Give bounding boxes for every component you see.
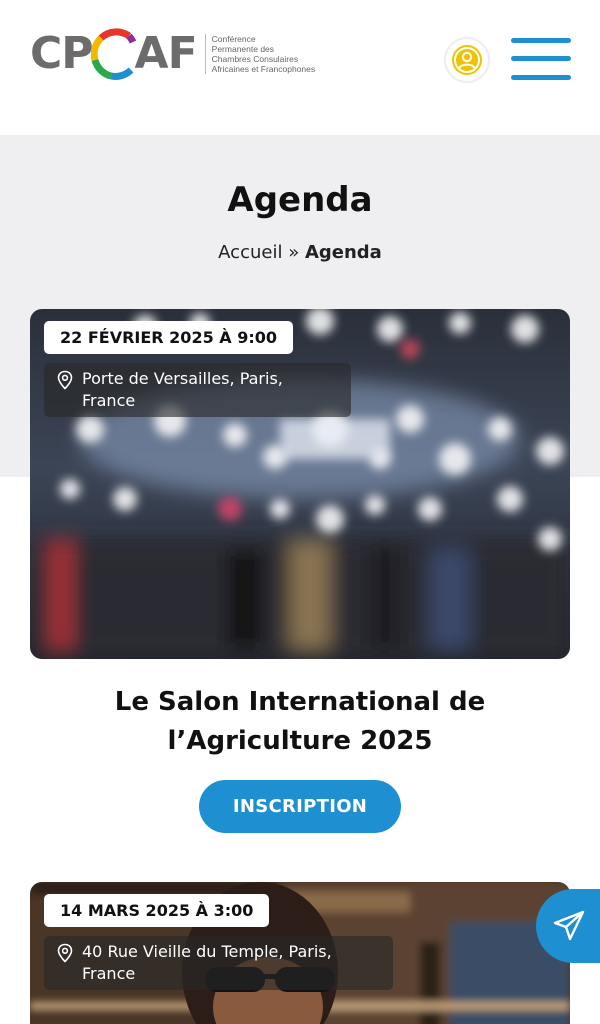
- hamburger-menu-button[interactable]: [511, 38, 571, 82]
- logo-text-left: CP: [30, 28, 94, 79]
- cpccaf-logo[interactable]: CP AF Conférence Permanente des Chambres…: [30, 26, 315, 82]
- event-location: Porte de Versailles, Paris, France: [44, 363, 351, 417]
- event-photo-expo-bokeh: [30, 309, 570, 659]
- user-circle-icon: [452, 45, 482, 75]
- event-location-line: Porte de Versailles, Paris,: [82, 369, 283, 388]
- logo-text-right: AF: [134, 28, 198, 79]
- event-title[interactable]: Le Salon International de l’Agriculture …: [30, 683, 570, 761]
- event-image[interactable]: 22 FÉVRIER 2025 À 9:00 Porte de Versaill…: [30, 309, 570, 659]
- logo-subtitle-line: Conférence: [211, 34, 256, 44]
- contact-send-button[interactable]: [536, 889, 600, 963]
- logo-subtitle: Conférence Permanente des Chambres Consu…: [204, 34, 316, 74]
- breadcrumb-current: Agenda: [304, 242, 382, 263]
- menu-bar: [511, 38, 571, 43]
- logo-wordmark: CP AF: [30, 26, 198, 82]
- menu-bar: [511, 75, 571, 80]
- event-location-line: 40 Rue Vieille du Temple, Paris,: [82, 942, 332, 961]
- event-date-badge: 14 MARS 2025 À 3:00: [44, 894, 270, 927]
- logo-subtitle-line: Permanente des: [211, 44, 275, 54]
- site-header: CP AF Conférence Permanente des Chambres…: [0, 0, 600, 135]
- page-title: Agenda: [227, 180, 373, 220]
- send-paper-plane-icon: [553, 910, 585, 941]
- event-location-line: France: [82, 391, 136, 410]
- event-location: 40 Rue Vieille du Temple, Paris, France: [44, 936, 393, 990]
- breadcrumb-separator: »: [288, 242, 300, 263]
- user-account-button[interactable]: [444, 37, 490, 83]
- event-image[interactable]: 14 MARS 2025 À 3:00 40 Rue Vieille du Te…: [30, 882, 570, 1024]
- logo-subtitle-line: Chambres Consulaires: [211, 54, 299, 64]
- logo-subtitle-line: Africaines et Francophones: [211, 64, 316, 74]
- breadcrumb-home-link[interactable]: Accueil: [218, 242, 282, 263]
- map-pin-icon: [57, 370, 73, 390]
- inscription-button[interactable]: INSCRIPTION: [199, 780, 401, 833]
- menu-bar: [511, 56, 571, 61]
- logo-ring-icon: [90, 26, 137, 82]
- event-date-badge: 22 FÉVRIER 2025 À 9:00: [44, 321, 294, 354]
- event-location-line: France: [82, 964, 136, 983]
- breadcrumb: Accueil » Agenda: [0, 242, 600, 263]
- map-pin-icon: [57, 943, 73, 963]
